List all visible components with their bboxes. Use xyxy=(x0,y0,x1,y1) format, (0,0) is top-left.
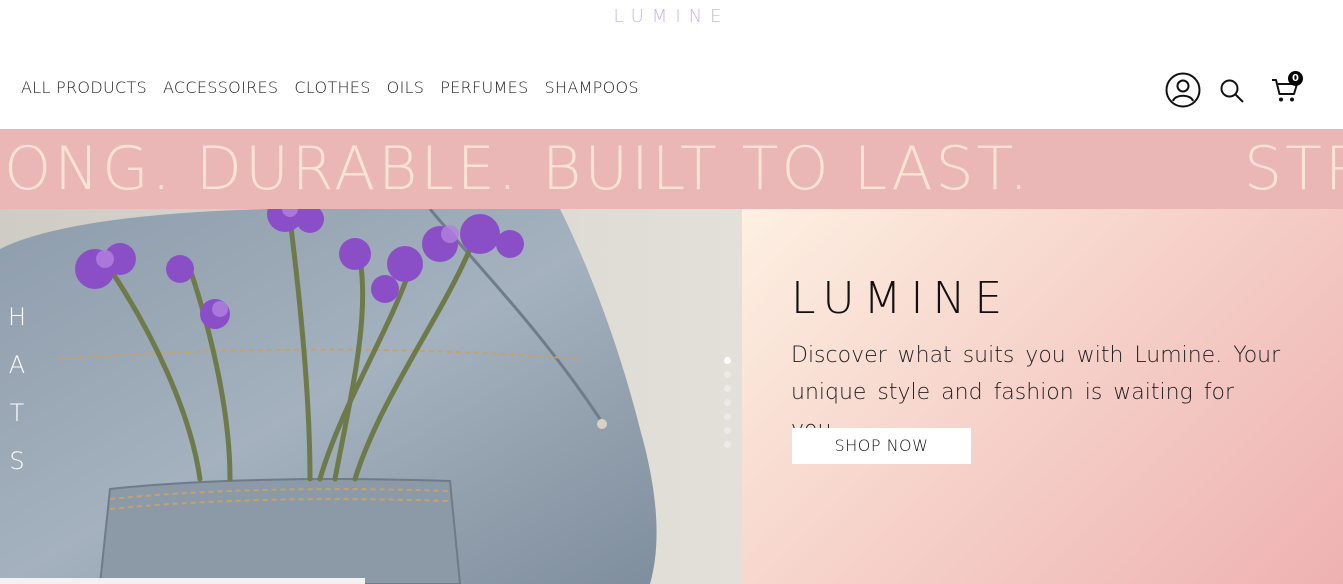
slider-dot-7[interactable] xyxy=(724,441,731,448)
vertical-letter: A xyxy=(8,351,26,379)
nav-item-accessoires[interactable]: ACCESSOIRES xyxy=(163,78,278,97)
slider-dot-3[interactable] xyxy=(724,385,731,392)
slider-dot-6[interactable] xyxy=(724,427,731,434)
hero-panel: LUMINE Discover what suits you with Lumi… xyxy=(742,209,1343,584)
search-icon[interactable] xyxy=(1219,78,1245,104)
announcement-marquee: ONG. DURABLE. BUILT TO LAST. STR xyxy=(0,129,1343,209)
vertical-letter: S xyxy=(9,447,25,475)
nav-item-clothes[interactable]: CLOTHES xyxy=(294,78,370,97)
brand-logo[interactable]: LUMINE xyxy=(0,6,1343,27)
nav-item-oils[interactable]: OILS xyxy=(387,78,425,97)
browser-status-bar xyxy=(0,578,365,584)
category-vertical-label: H A T S xyxy=(7,293,27,485)
slider-dot-5[interactable] xyxy=(724,413,731,420)
user-icon[interactable] xyxy=(1165,72,1201,108)
shop-now-button[interactable]: SHOP NOW xyxy=(792,428,971,464)
vertical-letter: H xyxy=(7,303,27,331)
hero-title: LUMINE xyxy=(791,273,1012,324)
slider-dot-4[interactable] xyxy=(724,399,731,406)
cart-count-badge: 0 xyxy=(1288,71,1303,86)
slider-dot-2[interactable] xyxy=(724,371,731,378)
marquee-text-next: STR xyxy=(1244,134,1343,204)
marquee-text: ONG. DURABLE. BUILT TO LAST. xyxy=(4,134,1032,204)
hero-image: H A T S xyxy=(0,209,742,584)
header-icons: 0 xyxy=(1143,70,1343,114)
vertical-letter: T xyxy=(9,399,25,427)
main-nav: ALL PRODUCTS ACCESSOIRES CLOTHES OILS PE… xyxy=(21,78,639,97)
jeans-flowers-photo xyxy=(0,209,742,584)
nav-item-all-products[interactable]: ALL PRODUCTS xyxy=(21,78,147,97)
slider-pagination xyxy=(724,357,732,455)
nav-item-perfumes[interactable]: PERFUMES xyxy=(440,78,528,97)
slider-dot-1[interactable] xyxy=(724,357,731,364)
nav-item-shampoos[interactable]: SHAMPOOS xyxy=(545,78,639,97)
